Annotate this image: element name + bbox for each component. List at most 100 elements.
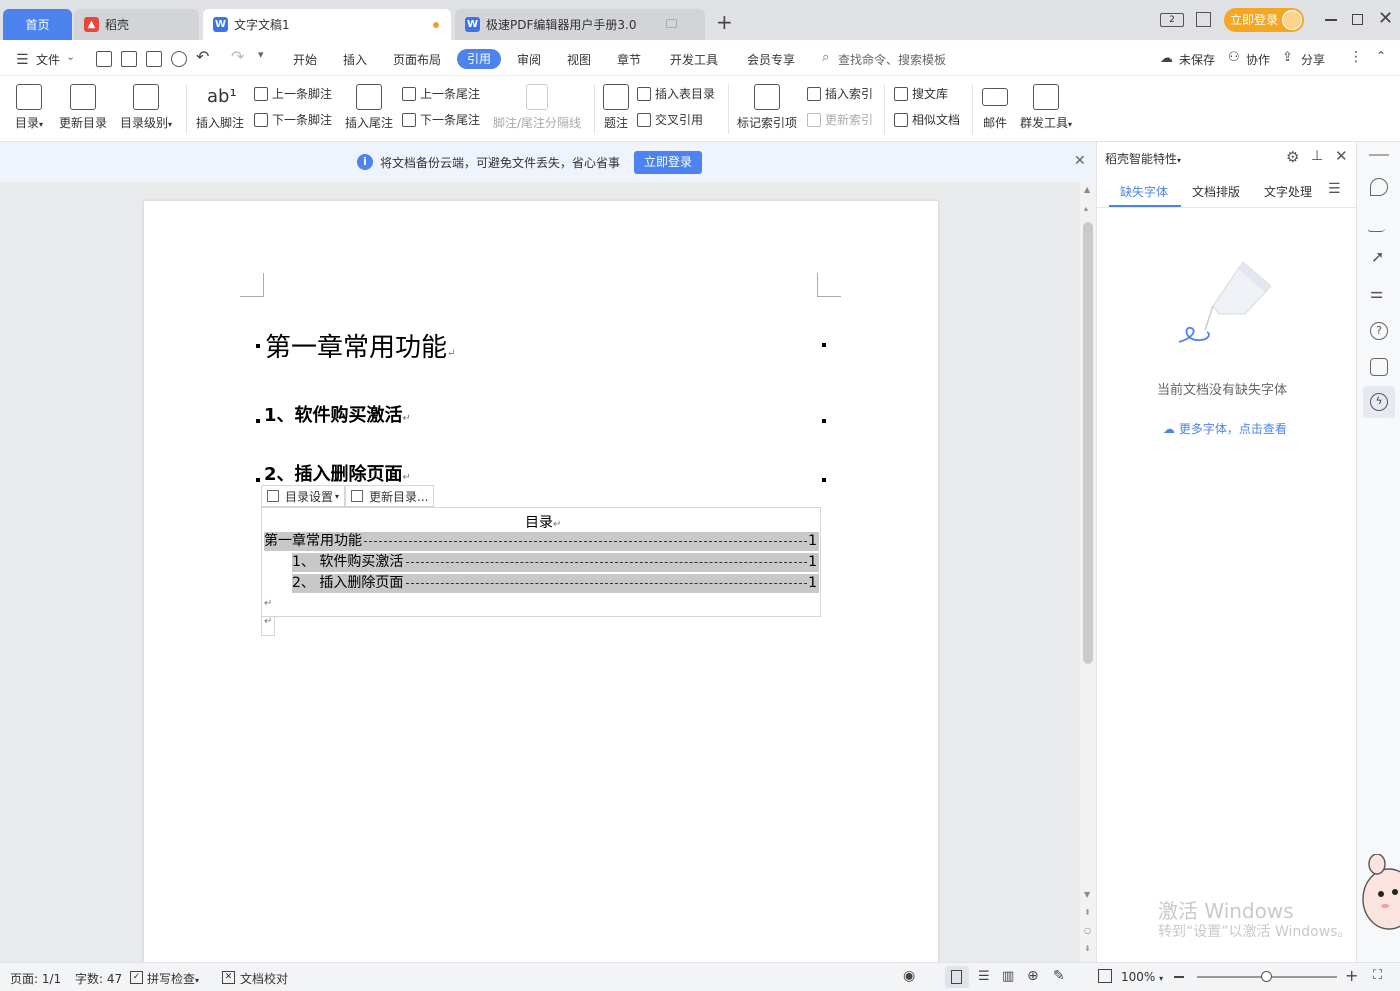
write-mode-icon[interactable]: ✎ [1053,968,1065,984]
prev-endnote-button[interactable]: 上一条尾注 [402,85,480,102]
menu-file[interactable]: 文件 [36,51,60,68]
close-panel-icon[interactable]: ✕ [1335,147,1348,165]
toc-entry[interactable]: 1、 软件购买激活 1 [292,553,819,572]
tab-doc1[interactable]: W 文字文稿1 [203,9,451,40]
panel-title[interactable]: 稻壳智能特性▾ [1105,150,1181,167]
window-mode-icon[interactable]: 2 [1160,13,1184,27]
toc-entry[interactable]: 2、 插入删除页面 1 [292,574,819,593]
login-button[interactable]: 立即登录 [1224,8,1304,32]
chevron-down-icon[interactable]: ⌄ [66,50,75,63]
more-fonts-link[interactable]: ☁ 更多字体，点击查看 [1163,420,1287,437]
rocket-icon[interactable] [1370,178,1388,196]
collaborate-button[interactable]: 协作 [1246,51,1270,68]
menu-review[interactable]: 审阅 [517,51,541,68]
new-tab-icon[interactable]: + [716,10,733,34]
zoom-out-icon[interactable] [1174,976,1184,978]
fullscreen-icon[interactable]: ⛶ [1373,968,1382,983]
pen-icon[interactable] [1366,214,1392,232]
collapse-handle-icon[interactable] [1369,154,1389,156]
zoom-slider-handle[interactable] [1261,971,1272,982]
save-icon[interactable] [96,51,112,67]
tab-text-processing[interactable]: 文字处理 [1264,183,1312,200]
menu-references[interactable]: 引用 [457,49,501,69]
prev-footnote-button[interactable]: 上一条脚注 [254,85,332,102]
search-library-button[interactable]: 搜文库 [894,85,948,102]
undo-icon[interactable]: ↶ [196,47,209,66]
insert-footnote-button[interactable]: ab¹ 插入脚注 [195,80,245,131]
toc-settings-button[interactable]: 目录设置 ▾ [261,485,346,507]
page-count[interactable]: 页面: 1/1 [10,970,61,987]
insert-endnote-button[interactable]: 插入尾注 [344,80,394,131]
maximize-icon[interactable] [1352,14,1363,25]
minimize-icon[interactable] [1325,19,1337,21]
select-browse-icon[interactable]: ○ [1084,926,1091,935]
menu-start[interactable]: 开始 [293,51,317,68]
sliders-icon[interactable]: ⚌ [1370,284,1383,302]
menu-view[interactable]: 视图 [567,51,591,68]
menu-page-layout[interactable]: 页面布局 [393,51,441,68]
proofread-button[interactable]: 文档校对 [240,970,288,987]
unsaved-status[interactable]: 未保存 [1179,51,1215,68]
scrollbar-thumb[interactable] [1083,222,1093,664]
toc-level-button[interactable]: 目录级别▾ [118,80,174,131]
smart-doc-icon[interactable] [1370,358,1388,376]
similar-docs-button[interactable]: 相似文档 [894,111,960,128]
toc-field[interactable]: 目录↵ 第一章常用功能 1 1、 软件购买激活 1 2、 插入删除页面 1 ↵ [261,507,821,617]
update-toc-button[interactable]: 更新目录 [58,80,108,131]
next-page-icon[interactable]: ⇟ [1084,944,1091,953]
next-endnote-button[interactable]: 下一条尾注 [402,111,480,128]
mark-index-button[interactable]: 标记索引项 [736,80,798,131]
export-pdf-icon[interactable] [121,51,137,67]
grid-apps-icon[interactable] [1196,12,1211,27]
close-notice-icon[interactable]: ✕ [1074,153,1086,169]
gear-icon[interactable]: ⚙ [1286,148,1299,166]
zoom-level[interactable]: 100% ▾ [1121,970,1163,984]
word-count[interactable]: 字数: 47 [75,970,122,987]
tab-missing-fonts[interactable]: 缺失字体 [1120,183,1168,200]
page-view-active-bg[interactable] [945,966,969,988]
help-icon[interactable]: ? [1370,322,1388,340]
notice-login-button[interactable]: 立即登录 [634,151,702,174]
print-preview-icon[interactable] [171,51,187,67]
list-menu-icon[interactable]: ☰ [1328,181,1341,197]
more-options-icon[interactable]: ⋮ [1349,49,1363,65]
pin-icon[interactable]: ⊥ [1311,148,1323,164]
redo-icon[interactable]: ↷ [231,47,244,66]
scroll-down-icon[interactable]: ▼ [1084,890,1090,899]
heading-2-b[interactable]: 2、插入删除页面↵ [264,460,411,486]
toc-update-button[interactable]: 更新目录... [345,485,435,507]
smart-features-active-bg[interactable]: ϟ [1363,386,1395,418]
caption-button[interactable]: 题注 [602,80,630,131]
menu-insert[interactable]: 插入 [343,51,367,68]
zoom-in-icon[interactable]: + [1345,966,1358,985]
web-view-icon[interactable]: ⊕ [1027,968,1039,984]
toc-button[interactable]: 目录▾ [12,80,46,131]
group-tools-button[interactable]: 群发工具▾ [1016,80,1076,131]
pointer-icon[interactable]: ➚ [1371,247,1384,266]
footnote-separator-button[interactable]: 脚注/尾注分隔线 [491,80,583,131]
cross-reference-button[interactable]: 交叉引用 [637,111,703,128]
toc-entry[interactable]: 第一章常用功能 1 [264,532,819,551]
tab-pdf[interactable]: W 极速PDF编辑器用户手册3.0 [455,9,705,40]
read-view-icon[interactable]: ▥ [1002,969,1014,984]
share-button[interactable]: 分享 [1301,51,1325,68]
tab-doc-layout[interactable]: 文档排版 [1192,183,1240,200]
collapse-ribbon-icon[interactable]: ⌃ [1376,49,1386,63]
command-search-input[interactable]: 查找命令、搜索模板 [838,51,946,68]
scroll-up-icon[interactable]: ▲ [1084,185,1090,194]
menu-member[interactable]: 会员专享 [747,51,795,68]
mail-button[interactable]: 邮件 [981,80,1009,131]
heading-2-a[interactable]: 1、软件购买激活↵ [264,401,411,427]
prev-page-icon[interactable]: ⇞ [1084,908,1091,917]
outline-view-icon[interactable]: ☰ [978,969,990,984]
eye-protect-icon[interactable]: ◉ [903,968,915,984]
scroll-up-small-icon[interactable]: ▴ [1084,204,1088,213]
tab-home[interactable]: 首页 [3,9,72,40]
next-footnote-button[interactable]: 下一条脚注 [254,111,332,128]
hamburger-menu-icon[interactable]: ☰ [16,52,29,68]
menu-chapter[interactable]: 章节 [617,51,641,68]
insert-index-button[interactable]: 插入索引 [807,85,873,102]
spell-check-button[interactable]: 拼写检查▾ [147,970,199,987]
quick-access-more-icon[interactable]: ▾ [258,48,264,61]
tab-daoke[interactable]: ▲ 稻壳 [74,9,199,40]
